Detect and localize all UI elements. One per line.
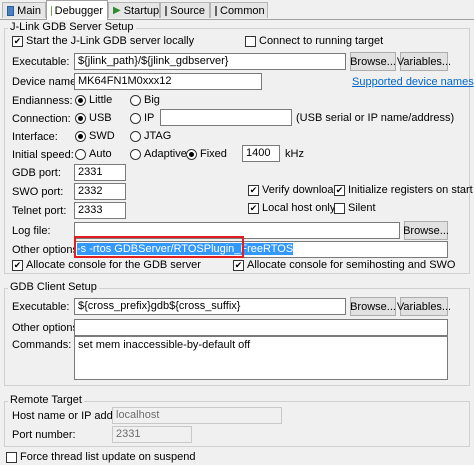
endianness-little-radio[interactable]	[75, 95, 86, 106]
client-executable-label: Executable:	[12, 301, 70, 313]
check-icon: ✔	[249, 203, 258, 213]
connection-ip-radio[interactable]	[130, 113, 141, 124]
connect-running-label: Connect to running target	[259, 35, 384, 47]
tab-source-label: Source	[170, 4, 205, 17]
tab-common[interactable]: Common	[210, 2, 268, 18]
check-icon: ✔	[13, 260, 22, 270]
check-icon: ✔	[335, 185, 344, 195]
init-registers-checkbox[interactable]: ✔	[334, 185, 345, 196]
swo-port-input[interactable]: 2332	[74, 183, 126, 200]
port-label: Port number:	[12, 429, 76, 441]
speed-adaptive-radio[interactable]	[130, 149, 141, 160]
debugger-tab-icon	[51, 5, 52, 16]
supported-devices-link[interactable]: Supported device names	[352, 76, 474, 88]
verify-downloads-checkbox[interactable]: ✔	[248, 185, 259, 196]
interface-swd-radio[interactable]	[75, 131, 86, 142]
force-thread-label: Force thread list update on suspend	[20, 451, 196, 463]
client-group-title: GDB Client Setup	[8, 281, 99, 293]
interface-swd-label: SWD	[89, 130, 115, 142]
connect-running-checkbox[interactable]	[245, 36, 256, 47]
common-tab-icon	[215, 5, 217, 16]
commands-textarea[interactable]: set mem inaccessible-by-default off	[74, 336, 448, 380]
log-file-browse-button[interactable]: Browse...	[403, 221, 449, 240]
check-icon: ✔	[249, 185, 258, 195]
alloc-swo-console-checkbox[interactable]: ✔	[233, 260, 244, 271]
speed-fixed-label: Fixed	[200, 148, 227, 160]
client-browse-button[interactable]: Browse...	[350, 297, 396, 316]
start-server-label: Start the J-Link GDB server locally	[26, 35, 195, 47]
client-executable-input[interactable]: ${cross_prefix}gdb${cross_suffix}	[74, 298, 346, 315]
jlink-variables-button[interactable]: Variables...	[397, 52, 451, 71]
alloc-swo-console-label: Allocate console for semihosting and SWO	[247, 259, 456, 271]
tab-main-label: Main	[17, 4, 41, 17]
connection-ip-label: IP	[144, 112, 155, 124]
connection-hint: (USB serial or IP name/address)	[296, 112, 455, 124]
swo-port-label: SWO port:	[12, 186, 64, 198]
play-icon: ▶	[113, 5, 121, 16]
speed-unit: kHz	[285, 148, 304, 160]
remote-group-title: Remote Target	[8, 394, 84, 406]
log-file-label: Log file:	[12, 225, 51, 237]
start-server-checkbox[interactable]: ✔	[12, 36, 23, 47]
highlight-box	[74, 236, 244, 258]
localhost-only-checkbox[interactable]: ✔	[248, 203, 259, 214]
telnet-port-label: Telnet port:	[12, 205, 67, 217]
tab-bar: Main Debugger ▶ Startup Source Common	[0, 0, 474, 20]
localhost-only-label: Local host only	[262, 202, 336, 214]
jlink-browse-button[interactable]: Browse...	[350, 52, 396, 71]
client-variables-button[interactable]: Variables...	[397, 297, 451, 316]
endianness-big-radio[interactable]	[130, 95, 141, 106]
client-other-options-label: Other options:	[12, 322, 82, 334]
speed-auto-radio[interactable]	[75, 149, 86, 160]
other-options-label: Other options:	[12, 244, 82, 256]
device-name-input[interactable]: MK64FN1M0xxx12	[74, 73, 262, 90]
endianness-little-label: Little	[89, 94, 113, 106]
alloc-gdb-console-checkbox[interactable]: ✔	[12, 260, 23, 271]
port-input[interactable]: 2331	[112, 426, 192, 443]
alloc-gdb-console-label: Allocate console for the GDB server	[26, 259, 201, 271]
tab-main[interactable]: Main	[2, 2, 46, 18]
interface-jtag-radio[interactable]	[130, 131, 141, 142]
telnet-port-input[interactable]: 2333	[74, 202, 126, 219]
commands-label: Commands:	[12, 339, 72, 351]
gdb-port-label: GDB port:	[12, 167, 61, 179]
connection-label: Connection:	[12, 113, 71, 125]
tab-debugger-label: Debugger	[54, 4, 103, 17]
executable-input[interactable]: ${jlink_path}/${jlink_gdbserver}	[74, 53, 346, 70]
endianness-big-label: Big	[144, 94, 160, 106]
check-icon: ✔	[234, 260, 243, 270]
client-other-options-input[interactable]	[74, 319, 448, 336]
init-registers-label: Initialize registers on start	[348, 184, 473, 196]
gdb-port-input[interactable]: 2331	[74, 164, 126, 181]
speed-label: Initial speed:	[12, 149, 74, 161]
speed-adaptive-label: Adaptive	[144, 148, 187, 160]
executable-label: Executable:	[12, 56, 70, 68]
jlink-group-title: J-Link GDB Server Setup	[8, 21, 136, 33]
silent-label: Silent	[348, 202, 376, 214]
verify-downloads-label: Verify downloads	[262, 184, 346, 196]
tab-startup[interactable]: ▶ Startup	[108, 2, 160, 18]
device-name-label: Device name:	[12, 76, 80, 88]
tab-debugger[interactable]: Debugger	[46, 0, 108, 20]
connection-address-input[interactable]	[160, 109, 292, 126]
source-tab-icon	[165, 5, 168, 16]
tab-source[interactable]: Source	[160, 2, 210, 18]
force-thread-checkbox[interactable]	[6, 452, 17, 463]
tab-startup-label: Startup	[123, 4, 160, 17]
interface-jtag-label: JTAG	[144, 130, 172, 142]
speed-fixed-radio[interactable]	[186, 149, 197, 160]
interface-label: Interface:	[12, 131, 58, 143]
silent-checkbox[interactable]	[334, 203, 345, 214]
speed-value-input[interactable]: 1400	[242, 145, 280, 162]
connection-usb-label: USB	[89, 112, 112, 124]
connection-usb-radio[interactable]	[75, 113, 86, 124]
host-input[interactable]: localhost	[112, 407, 282, 424]
speed-auto-label: Auto	[89, 148, 112, 160]
tab-common-label: Common	[220, 4, 265, 17]
main-tab-icon	[7, 5, 15, 16]
endianness-label: Endianness:	[12, 95, 73, 107]
check-icon: ✔	[13, 36, 22, 46]
